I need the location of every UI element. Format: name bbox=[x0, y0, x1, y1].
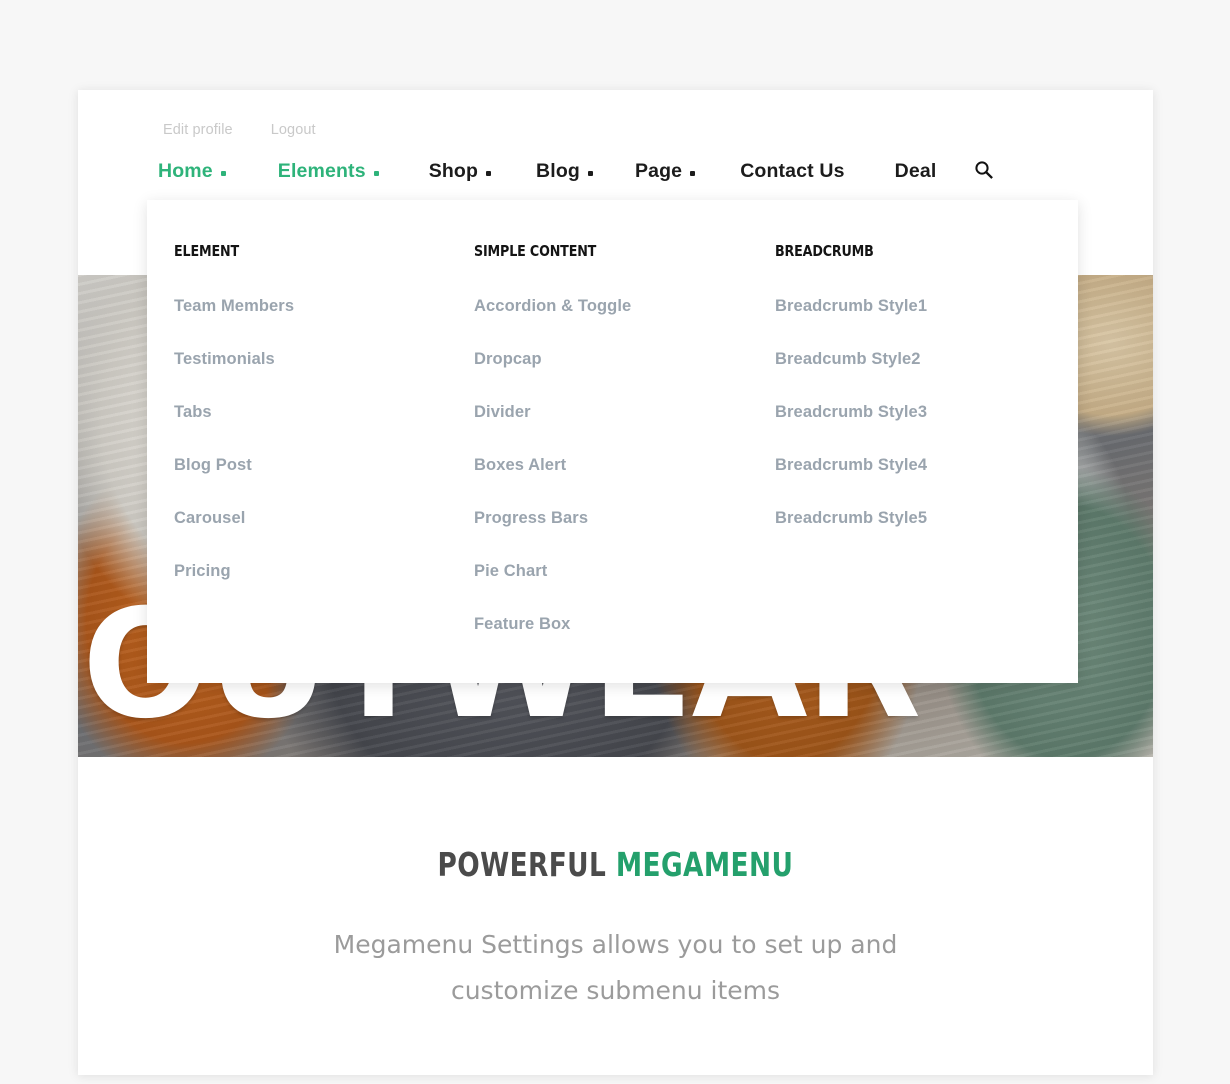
nav-item-deal[interactable]: Deal bbox=[895, 160, 937, 183]
mega-menu-link-testimonials[interactable]: Testimonials bbox=[174, 350, 447, 369]
mega-menu-panel: ELEMENT Team Members Testimonials Tabs B… bbox=[147, 200, 1078, 683]
caption-title-accent: MEGAMENU bbox=[615, 845, 794, 884]
mega-menu-link-tabs[interactable]: Tabs bbox=[174, 403, 447, 422]
chevron-down-icon bbox=[486, 170, 492, 176]
chevron-down-icon bbox=[373, 170, 379, 176]
main-navigation: Home Elements Shop Blog Page Contact Us … bbox=[158, 152, 997, 190]
nav-item-label: Shop bbox=[428, 159, 479, 182]
caption-title: POWERFUL MEGAMENU bbox=[438, 845, 794, 884]
mega-menu-link-pie-chart[interactable]: Pie Chart bbox=[474, 562, 747, 581]
nav-item-elements[interactable]: Elements bbox=[278, 160, 379, 183]
mega-menu-link-divider[interactable]: Divider bbox=[474, 403, 747, 422]
nav-item-contact-us[interactable]: Contact Us bbox=[740, 160, 844, 183]
caption-block: POWERFUL MEGAMENU Megamenu Settings allo… bbox=[78, 845, 1153, 1013]
chevron-down-icon bbox=[220, 170, 226, 176]
chevron-down-icon bbox=[587, 170, 593, 176]
nav-item-label: Home bbox=[158, 159, 213, 182]
mega-menu-link-boxes-alert[interactable]: Boxes Alert bbox=[474, 456, 747, 475]
nav-item-home[interactable]: Home bbox=[158, 160, 226, 183]
mega-menu-column-element: ELEMENT Team Members Testimonials Tabs B… bbox=[147, 242, 447, 683]
utility-link-edit-profile[interactable]: Edit profile bbox=[163, 122, 233, 138]
caption-title-dark: POWERFUL bbox=[437, 845, 607, 884]
mega-menu-link-progress-bars[interactable]: Progress Bars bbox=[474, 509, 747, 528]
mega-menu-link-breadcrumb-style1[interactable]: Breadcrumb Style1 bbox=[775, 297, 1047, 316]
utility-link-logout[interactable]: Logout bbox=[271, 122, 316, 138]
nav-item-label: Deal bbox=[894, 159, 937, 182]
search-icon bbox=[974, 160, 994, 182]
mega-menu-column-title: BREADCRUMB bbox=[775, 242, 874, 260]
nav-item-page[interactable]: Page bbox=[634, 159, 696, 183]
mega-menu-link-feature-box[interactable]: Feature Box bbox=[474, 615, 747, 634]
nav-item-label: Elements bbox=[277, 159, 366, 182]
mega-menu-link-pricing[interactable]: Pricing bbox=[174, 562, 447, 581]
mega-menu-link-breadcrumb-style4[interactable]: Breadcrumb Style4 bbox=[775, 456, 1047, 475]
nav-item-label: Blog bbox=[536, 159, 580, 182]
nav-item-blog[interactable]: Blog bbox=[536, 160, 593, 183]
caption-subtitle-line2: customize submenu items bbox=[450, 975, 781, 1005]
chevron-down-icon bbox=[690, 170, 696, 176]
mega-menu-link-breadcrumb-style5[interactable]: Breadcrumb Style5 bbox=[775, 509, 1047, 528]
mega-menu-link-team-members[interactable]: Team Members bbox=[174, 297, 447, 316]
nav-item-shop[interactable]: Shop bbox=[428, 159, 492, 183]
nav-item-label: Page bbox=[634, 159, 683, 182]
nav-item-label: Contact Us bbox=[740, 159, 845, 182]
utility-links: Edit profile Logout bbox=[163, 122, 316, 138]
caption-subtitle-line1: Megamenu Settings allows you to set up a… bbox=[333, 930, 898, 959]
mega-menu-column-simple-content: SIMPLE CONTENT Accordion & Toggle Dropca… bbox=[447, 242, 747, 683]
mega-menu-link-accordion-toggle[interactable]: Accordion & Toggle bbox=[474, 297, 747, 316]
mega-menu-link-carousel[interactable]: Carousel bbox=[174, 509, 447, 528]
mega-menu-column-breadcrumb: BREADCRUMB Breadcrumb Style1 Breadcumb S… bbox=[747, 242, 1047, 683]
mega-menu-link-breadcrumb-style3[interactable]: Breadcrumb Style3 bbox=[775, 403, 1047, 422]
mega-menu-column-title: SIMPLE CONTENT bbox=[474, 242, 597, 260]
preview-card: Edit profile Logout Home Elements Shop B… bbox=[78, 90, 1153, 1075]
mega-menu-link-breadcrumb-style2[interactable]: Breadcumb Style2 bbox=[775, 350, 1047, 369]
mega-menu-column-title: ELEMENT bbox=[174, 242, 239, 260]
search-button[interactable] bbox=[970, 160, 997, 182]
mega-menu-link-dropcap[interactable]: Dropcap bbox=[474, 350, 747, 369]
mega-menu-link-blog-post[interactable]: Blog Post bbox=[174, 456, 447, 475]
caption-subtitle: Megamenu Settings allows you to set up a… bbox=[78, 922, 1153, 1013]
